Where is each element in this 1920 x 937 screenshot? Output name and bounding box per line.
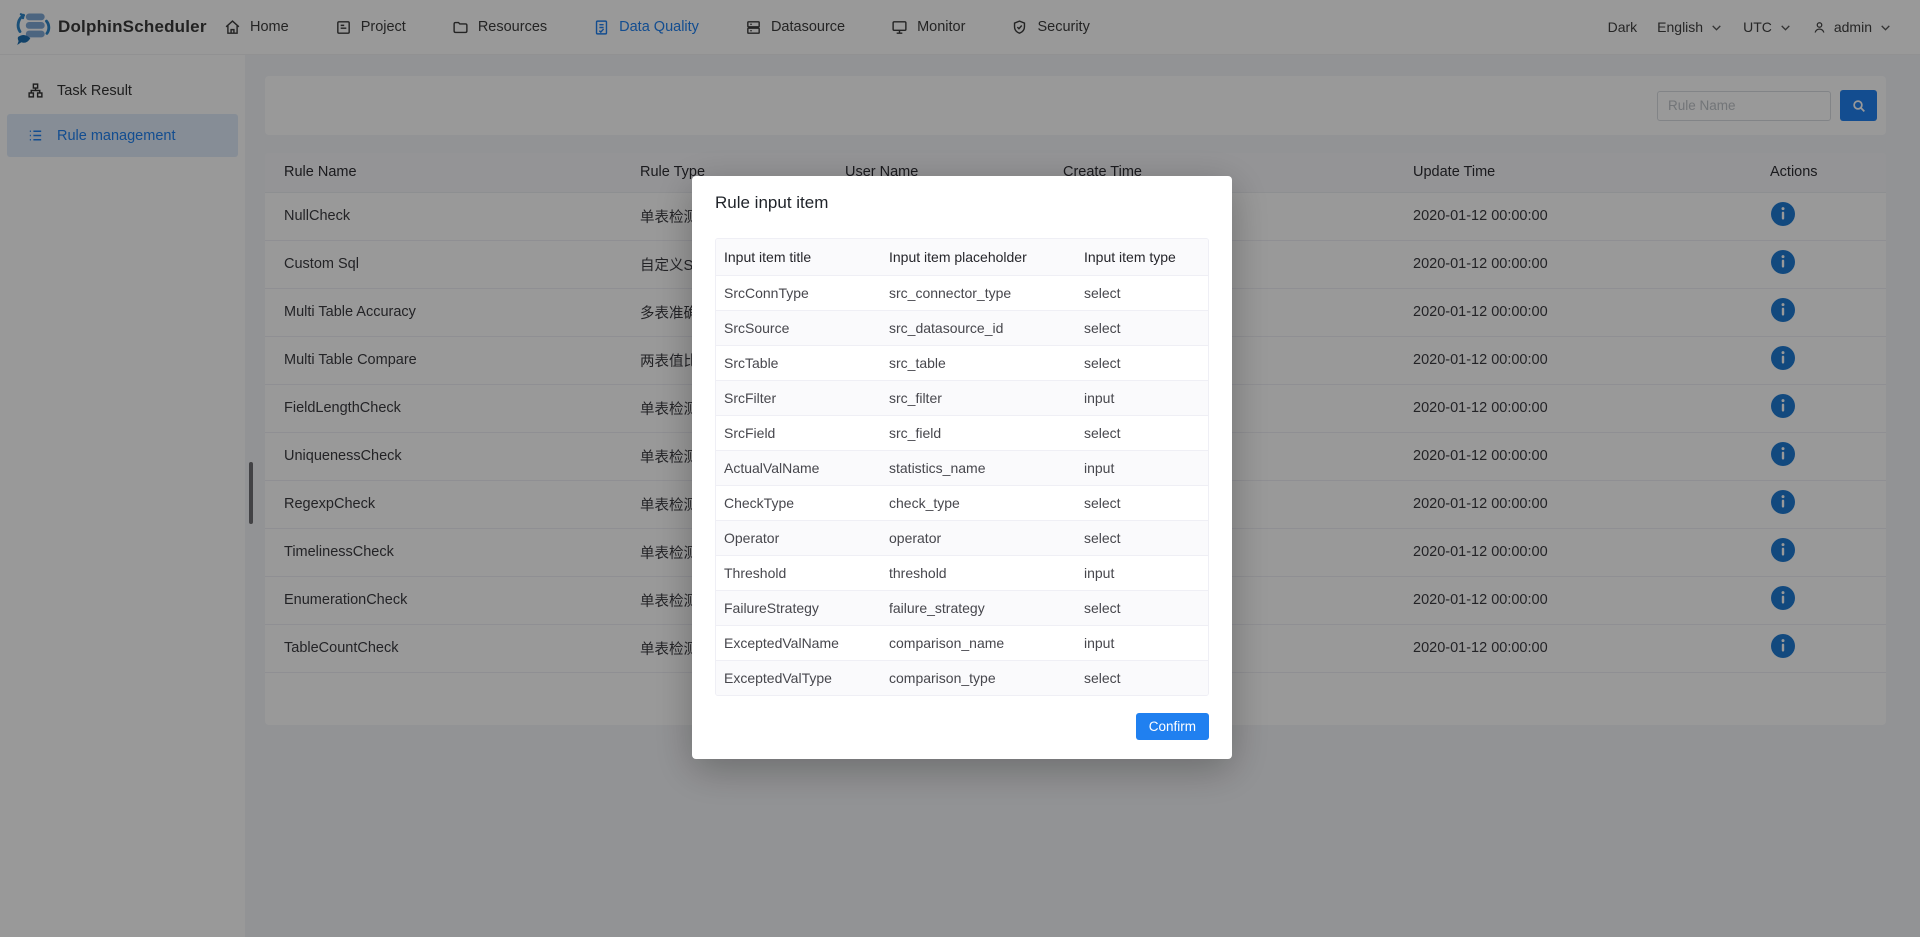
- rule-input-item-table-wrap: Input item titleInput item placeholderIn…: [715, 238, 1209, 696]
- modal-cell-type: input: [1076, 450, 1208, 485]
- modal-table-row: CheckTypecheck_typeselect: [716, 485, 1208, 520]
- modal-cell-placeholder: src_datasource_id: [881, 310, 1076, 345]
- modal-table-row: SrcConnTypesrc_connector_typeselect: [716, 275, 1208, 310]
- modal-cell-title: ExceptedValType: [716, 660, 881, 695]
- modal-cell-type: select: [1076, 415, 1208, 450]
- modal-title: Rule input item: [715, 193, 1209, 213]
- modal-table-row: Thresholdthresholdinput: [716, 555, 1208, 590]
- modal-cell-placeholder: statistics_name: [881, 450, 1076, 485]
- modal-table-row: ExceptedValTypecomparison_typeselect: [716, 660, 1208, 695]
- modal-column-header: Input item type: [1076, 239, 1208, 275]
- modal-cell-placeholder: src_connector_type: [881, 275, 1076, 310]
- modal-cell-type: select: [1076, 520, 1208, 555]
- modal-cell-title: CheckType: [716, 485, 881, 520]
- modal-cell-type: select: [1076, 485, 1208, 520]
- modal-cell-title: ActualValName: [716, 450, 881, 485]
- modal-cell-placeholder: threshold: [881, 555, 1076, 590]
- modal-table-row: SrcFieldsrc_fieldselect: [716, 415, 1208, 450]
- modal-cell-title: SrcSource: [716, 310, 881, 345]
- modal-cell-placeholder: comparison_type: [881, 660, 1076, 695]
- modal-cell-placeholder: failure_strategy: [881, 590, 1076, 625]
- modal-cell-placeholder: src_filter: [881, 380, 1076, 415]
- modal-cell-title: SrcFilter: [716, 380, 881, 415]
- modal-cell-title: Threshold: [716, 555, 881, 590]
- modal-cell-placeholder: comparison_name: [881, 625, 1076, 660]
- modal-cell-title: SrcField: [716, 415, 881, 450]
- modal-table-row: SrcFiltersrc_filterinput: [716, 380, 1208, 415]
- modal-cell-title: Operator: [716, 520, 881, 555]
- modal-cell-placeholder: check_type: [881, 485, 1076, 520]
- rule-input-item-table: Input item titleInput item placeholderIn…: [716, 239, 1208, 695]
- modal-cell-type: select: [1076, 590, 1208, 625]
- modal-table-row: ActualValNamestatistics_nameinput: [716, 450, 1208, 485]
- confirm-button[interactable]: Confirm: [1136, 713, 1209, 740]
- modal-cell-title: SrcTable: [716, 345, 881, 380]
- modal-column-header: Input item placeholder: [881, 239, 1076, 275]
- modal-cell-title: SrcConnType: [716, 275, 881, 310]
- modal-cell-placeholder: src_table: [881, 345, 1076, 380]
- modal-cell-type: input: [1076, 380, 1208, 415]
- modal-cell-placeholder: src_field: [881, 415, 1076, 450]
- modal-table-row: SrcSourcesrc_datasource_idselect: [716, 310, 1208, 345]
- modal-cell-placeholder: operator: [881, 520, 1076, 555]
- modal-table-row: ExceptedValNamecomparison_nameinput: [716, 625, 1208, 660]
- modal-cell-type: input: [1076, 625, 1208, 660]
- modal-cell-title: ExceptedValName: [716, 625, 881, 660]
- modal-column-header: Input item title: [716, 239, 881, 275]
- modal-table-row: SrcTablesrc_tableselect: [716, 345, 1208, 380]
- modal-footer: Confirm: [715, 713, 1209, 740]
- rule-input-item-modal: Rule input item Input item titleInput it…: [692, 176, 1232, 759]
- modal-cell-title: FailureStrategy: [716, 590, 881, 625]
- modal-table-row: FailureStrategyfailure_strategyselect: [716, 590, 1208, 625]
- modal-cell-type: select: [1076, 310, 1208, 345]
- modal-cell-type: input: [1076, 555, 1208, 590]
- modal-cell-type: select: [1076, 345, 1208, 380]
- modal-table-row: Operatoroperatorselect: [716, 520, 1208, 555]
- modal-cell-type: select: [1076, 660, 1208, 695]
- modal-cell-type: select: [1076, 275, 1208, 310]
